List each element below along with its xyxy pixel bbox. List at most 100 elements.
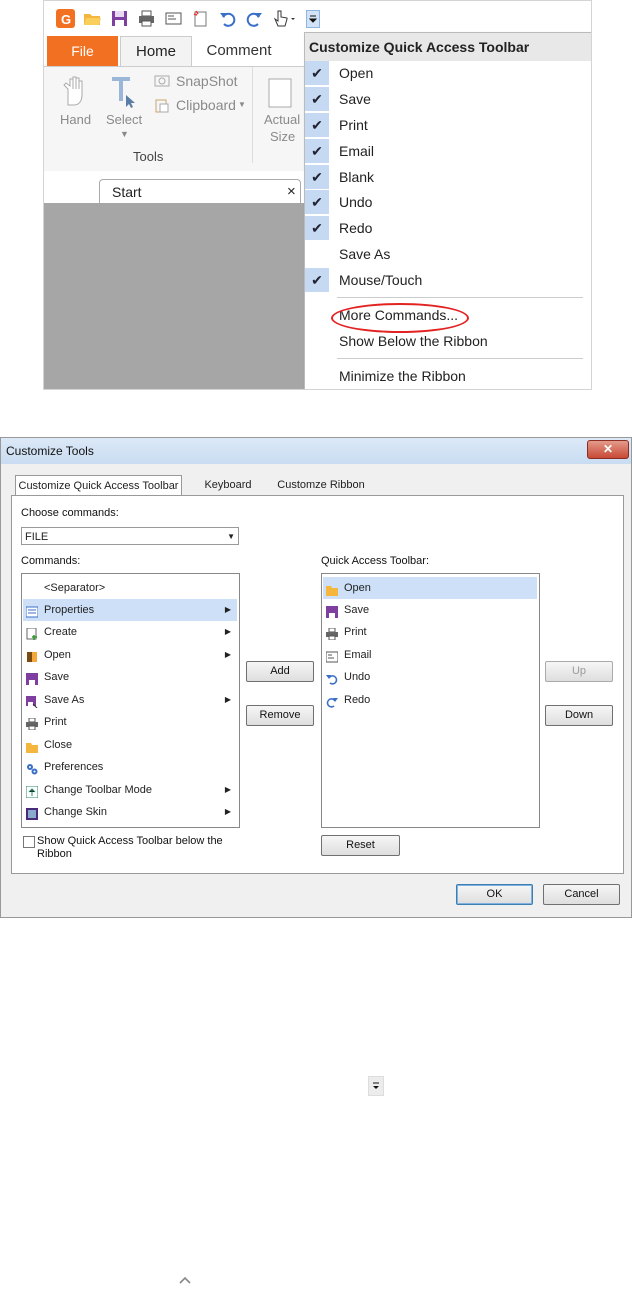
menu-item-label: Redo [339, 220, 373, 236]
close-icon[interactable]: ✕ [587, 440, 629, 459]
qat-item-undo[interactable]: Undo [323, 666, 537, 688]
clipboard-dropdown-icon[interactable]: ▼ [238, 100, 246, 109]
tab-customize-ribbon[interactable]: Customze Ribbon [271, 475, 371, 495]
cancel-button[interactable]: Cancel [543, 884, 620, 905]
qat-item-email[interactable]: Email [323, 644, 537, 666]
menu-item-label: Mouse/Touch [339, 272, 423, 288]
tab-comment[interactable]: Comment [194, 36, 284, 66]
menu-item-save[interactable]: ✔ Save [305, 87, 591, 112]
remove-button[interactable]: Remove [246, 705, 314, 726]
open-folder-icon [326, 582, 338, 596]
menu-item-mouse-touch[interactable]: ✔ Mouse/Touch [305, 268, 591, 293]
close-tab-icon[interactable]: × [287, 183, 296, 200]
check-icon: ✔ [305, 268, 329, 292]
customize-qat-menu: Customize Quick Access Toolbar ✔ Open ✔ Sa… [304, 32, 591, 389]
tab-home[interactable]: Home [120, 36, 192, 67]
submenu-arrow-icon: ▶ [224, 627, 231, 636]
chevron-down-icon: ▼ [227, 532, 235, 541]
list-item-change-skin[interactable]: Change Skin ▶ [23, 801, 237, 823]
tab-customize-qat[interactable]: Customize Quick Access Toolbar [15, 475, 182, 496]
list-item-close[interactable]: Close [23, 734, 237, 756]
menu-item-save-as[interactable]: Save As [305, 242, 591, 267]
down-button[interactable]: Down [545, 705, 613, 726]
submenu-arrow-icon: ▶ [224, 650, 231, 659]
gear-icon [26, 761, 38, 775]
check-icon: ✔ [305, 190, 329, 214]
select-dropdown-icon[interactable]: ▼ [120, 129, 129, 139]
qat-item-print[interactable]: Print [323, 621, 537, 643]
menu-item-redo[interactable]: ✔ Redo [305, 216, 591, 241]
list-item-print[interactable]: Print [23, 711, 237, 733]
ok-button[interactable]: OK [456, 884, 533, 905]
reset-button[interactable]: Reset [321, 835, 400, 856]
commands-list[interactable]: <Separator> Properties ▶ Create ▶ Open ▶ Sa… [21, 573, 240, 828]
menu-item-label: Print [339, 117, 368, 133]
menu-separator [337, 297, 583, 298]
snapshot-button[interactable]: SnapShot [176, 73, 238, 89]
menu-separator [337, 358, 583, 359]
undo-icon[interactable] [218, 9, 237, 28]
save-icon[interactable] [110, 9, 129, 28]
menu-item-open[interactable]: ✔ Open [305, 61, 591, 86]
list-item-change-toolbar-mode[interactable]: Change Toolbar Mode ▶ [23, 779, 237, 801]
show-below-ribbon-checkbox[interactable] [23, 836, 35, 848]
menu-item-undo[interactable]: ✔ Undo [305, 190, 591, 215]
menu-item-show-below-ribbon[interactable]: Show Below the Ribbon [305, 329, 591, 354]
list-item-label: Change Skin [44, 806, 107, 818]
submenu-arrow-icon: ▶ [224, 785, 231, 794]
list-item-separator[interactable]: <Separator> [23, 577, 237, 599]
qat-list[interactable]: Open Save Print Email Undo Redo [321, 573, 540, 828]
menu-item-print[interactable]: ✔ Print [305, 113, 591, 138]
close-folder-icon [26, 739, 38, 753]
email-icon[interactable] [164, 9, 183, 28]
svg-text:G: G [61, 12, 71, 27]
menu-item-blank[interactable]: ✔ Blank [305, 165, 591, 190]
qat-item-redo[interactable]: Redo [323, 689, 537, 711]
list-item-label: Save [344, 604, 370, 616]
list-item-create[interactable]: Create ▶ [23, 621, 237, 643]
tab-start[interactable]: Start × [99, 179, 301, 204]
list-item-open[interactable]: Open ▶ [23, 644, 237, 666]
print-icon [326, 626, 338, 641]
open-icon [26, 649, 38, 662]
hand-tool-label[interactable]: Hand [60, 112, 91, 127]
tab-file[interactable]: File [47, 36, 118, 66]
blank-page-icon[interactable] [191, 9, 210, 28]
actual-size-label-2: Size [270, 129, 296, 144]
qat-item-open[interactable]: Open [323, 577, 537, 599]
check-icon: ✔ [305, 61, 329, 85]
print-icon[interactable] [137, 9, 156, 28]
qat-item-save[interactable]: Save [323, 599, 537, 621]
dialog-title: Customize Tools [1, 438, 631, 464]
actual-size-label-1[interactable]: Actual [264, 112, 300, 127]
redo-icon [326, 694, 338, 708]
qat-label: Quick Access Toolbar: [321, 555, 430, 567]
select-text-icon [108, 75, 138, 109]
add-button[interactable]: Add [246, 661, 314, 682]
clipboard-button[interactable]: Clipboard [176, 97, 236, 113]
menu-item-email[interactable]: ✔ Email [305, 139, 591, 164]
ribbon-separator [252, 67, 253, 163]
mouse-touch-icon[interactable] [272, 9, 298, 28]
list-item-label: Print [344, 626, 367, 638]
menu-item-minimize-ribbon[interactable]: Minimize the Ribbon [305, 364, 591, 389]
tab-keyboard[interactable]: Keyboard [197, 475, 259, 495]
email-icon [325, 649, 339, 663]
list-item-properties[interactable]: Properties ▶ [23, 599, 237, 621]
list-item-preferences[interactable]: Preferences [23, 756, 237, 778]
hand-icon [60, 75, 90, 109]
redo-icon[interactable] [245, 9, 264, 28]
choose-commands-combo[interactable]: FILE ▼ [21, 527, 239, 545]
customize-toolbar-dropdown-icon[interactable] [306, 10, 320, 28]
menu-item-label: Show Below the Ribbon [339, 333, 488, 349]
save-as-icon [26, 694, 38, 709]
open-folder-icon[interactable] [83, 9, 102, 28]
tools-group-label: Tools [133, 149, 164, 164]
list-item-save[interactable]: Save [23, 666, 237, 688]
show-below-label-1: Show Quick Access Toolbar below the [37, 835, 223, 847]
list-item-label: Change Toolbar Mode [44, 784, 153, 796]
app-window-screenshot: G File Home Comment Hand Select ▼ SnapSh… [43, 0, 592, 390]
select-tool-label[interactable]: Select [106, 112, 142, 127]
up-button[interactable]: Up [545, 661, 613, 682]
list-item-save-as[interactable]: Save As ▶ [23, 689, 237, 711]
